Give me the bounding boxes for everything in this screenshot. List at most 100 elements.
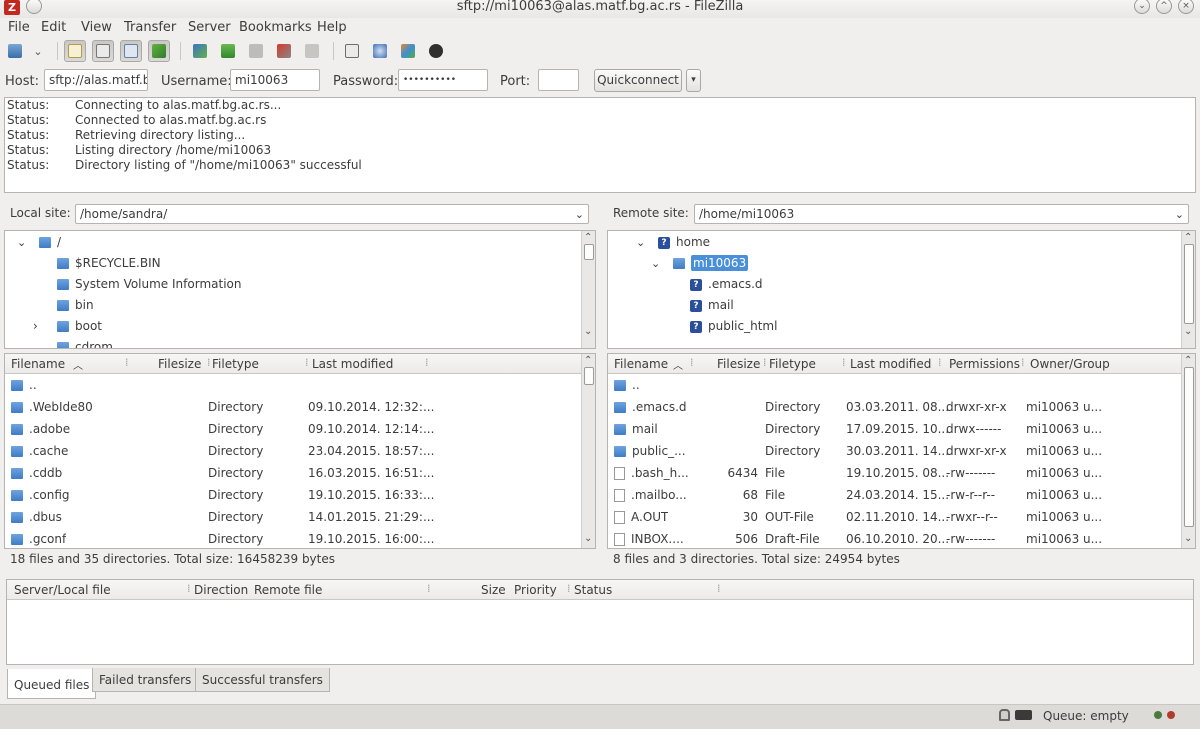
local-directory-tree[interactable]: ⌄ / $RECYCLE.BIN System Volume Informatio…: [4, 230, 596, 349]
menu-edit[interactable]: Edit: [41, 20, 66, 35]
menu-file[interactable]: File: [8, 20, 30, 35]
tree-item[interactable]: bin: [57, 295, 94, 315]
menu-bookmarks[interactable]: Bookmarks: [239, 20, 312, 35]
transfer-queue[interactable]: Server/Local file ⁞ Direction Remote fil…: [6, 579, 1194, 665]
chevron-down-icon[interactable]: ⌄: [575, 206, 584, 224]
reconnect-icon[interactable]: [301, 40, 323, 62]
file-row[interactable]: INBOX.... 506 Draft-File 06.10.2010. 20... -…: [608, 528, 1181, 548]
column-size[interactable]: Size: [481, 583, 506, 597]
quickconnect-button[interactable]: Quickconnect: [594, 69, 682, 92]
column-filesize[interactable]: Filesize: [158, 357, 201, 371]
cancel-operation-icon[interactable]: [245, 40, 267, 62]
message-log[interactable]: Status: Connecting to alas.matf.bg.ac.rs.…: [4, 97, 1196, 193]
menu-view[interactable]: View: [81, 20, 112, 35]
expand-arrow-icon[interactable]: ⌄: [636, 233, 658, 253]
file-row[interactable]: .bash_h... 6434 File 19.10.2015. 08... -rw--…: [608, 462, 1181, 484]
tree-item[interactable]: ? public_html: [690, 316, 777, 336]
column-priority[interactable]: Priority: [514, 583, 557, 597]
file-row[interactable]: .emacs.d Directory 03.03.2011. 08... drwxr-…: [608, 396, 1181, 418]
disconnect-icon[interactable]: [273, 40, 295, 62]
column-filetype[interactable]: Filetype: [769, 357, 816, 371]
tree-item[interactable]: ? mail: [690, 295, 734, 315]
site-manager-icon[interactable]: [4, 40, 26, 62]
tab-failed-transfers[interactable]: Failed transfers: [92, 668, 199, 692]
tree-item[interactable]: cdrom: [57, 337, 113, 348]
remote-file-list-scrollbar[interactable]: ⌃ ⌄: [1181, 354, 1195, 548]
tree-item-selected[interactable]: ⌄ mi10063: [651, 253, 749, 274]
search-remote-files-icon[interactable]: [425, 40, 447, 62]
expand-arrow-icon[interactable]: ⌄: [17, 233, 39, 253]
speed-limits-icon[interactable]: [1015, 710, 1032, 720]
remote-path-combobox[interactable]: /home/mi10063 ⌄: [694, 204, 1189, 224]
column-server-local-file[interactable]: Server/Local file: [14, 583, 111, 597]
scroll-up-icon[interactable]: ⌃: [584, 356, 592, 366]
file-row[interactable]: .mailbo... 68 File 24.03.2014. 15... -rw-r--…: [608, 484, 1181, 506]
column-direction[interactable]: Direction: [194, 583, 248, 597]
toggle-remote-tree-icon[interactable]: [120, 40, 142, 62]
tree-item-home[interactable]: ⌄? home: [636, 232, 710, 252]
scrollbar-thumb[interactable]: [584, 244, 594, 260]
host-input[interactable]: sftp://alas.matf.b: [44, 69, 148, 91]
file-row[interactable]: mail Directory 17.09.2015. 10... drwx------…: [608, 418, 1181, 440]
scroll-up-icon[interactable]: ⌃: [1184, 233, 1192, 243]
tree-item[interactable]: ? .emacs.d: [690, 274, 763, 294]
scroll-down-icon[interactable]: ⌄: [1184, 327, 1192, 337]
directory-listing-filters-icon[interactable]: [341, 40, 363, 62]
column-last-modified[interactable]: Last modified: [312, 357, 393, 371]
file-row[interactable]: .cddb Directory 16.03.2015. 16:51:...: [5, 462, 581, 484]
tree-item[interactable]: $RECYCLE.BIN: [57, 253, 161, 273]
local-path-combobox[interactable]: /home/sandra/ ⌄: [75, 204, 589, 224]
chevron-down-icon[interactable]: ⌄: [1175, 206, 1184, 224]
toggle-message-log-icon[interactable]: [64, 40, 86, 62]
scrollbar-thumb[interactable]: [1184, 367, 1194, 527]
menu-transfer[interactable]: Transfer: [124, 20, 176, 35]
tab-successful-transfers[interactable]: Successful transfers: [195, 668, 330, 692]
file-row[interactable]: .dbus Directory 14.01.2015. 21:29:...: [5, 506, 581, 528]
tree-item-root[interactable]: ⌄ /: [17, 232, 61, 252]
tree-item[interactable]: › boot: [33, 316, 102, 336]
toggle-local-tree-icon[interactable]: [92, 40, 114, 62]
directory-comparison-icon[interactable]: [369, 40, 391, 62]
scrollbar-thumb[interactable]: [1184, 244, 1194, 324]
scroll-down-icon[interactable]: ⌄: [584, 534, 592, 544]
column-status[interactable]: Status: [574, 583, 612, 597]
scroll-up-icon[interactable]: ⌃: [584, 233, 592, 243]
column-last-modified[interactable]: Last modified: [850, 357, 931, 371]
scroll-down-icon[interactable]: ⌄: [584, 327, 592, 337]
tree-item[interactable]: System Volume Information: [57, 274, 241, 294]
column-filename[interactable]: Filename: [614, 357, 668, 371]
username-input[interactable]: mi10063: [230, 69, 320, 91]
scroll-down-icon[interactable]: ⌄: [1184, 534, 1192, 544]
local-file-list-scrollbar[interactable]: ⌃ ⌄: [581, 354, 595, 548]
toggle-transfer-queue-icon[interactable]: [148, 40, 170, 62]
tab-queued-files[interactable]: Queued files: [7, 669, 97, 699]
file-row[interactable]: .WebIde80 Directory 09.10.2014. 12:32:...: [5, 396, 581, 418]
file-row[interactable]: ..: [5, 374, 581, 396]
column-permissions[interactable]: Permissions: [949, 357, 1020, 371]
process-queue-icon[interactable]: [217, 40, 239, 62]
file-row[interactable]: .adobe Directory 09.10.2014. 12:14:...: [5, 418, 581, 440]
synchronized-browsing-icon[interactable]: [397, 40, 419, 62]
file-row[interactable]: .cache Directory 23.04.2015. 18:57:...: [5, 440, 581, 462]
file-row[interactable]: ..: [608, 374, 1181, 396]
expand-arrow-icon[interactable]: ⌄: [651, 254, 673, 274]
remote-directory-tree[interactable]: ⌄? home ⌄ mi10063 ? .emacs.d ? mail ? public_…: [607, 230, 1196, 349]
expand-arrow-icon[interactable]: ›: [33, 316, 57, 336]
password-input[interactable]: ••••••••••: [398, 69, 488, 91]
remote-file-list[interactable]: Filename ︿ ⁞ Filesize ⁞ Filetype ⁞ Last …: [607, 353, 1196, 549]
file-row[interactable]: .config Directory 19.10.2015. 16:33:...: [5, 484, 581, 506]
column-filename[interactable]: Filename: [11, 357, 65, 371]
file-row[interactable]: .gconf Directory 19.10.2015. 16:00:...: [5, 528, 581, 548]
quickconnect-history-dropdown-icon[interactable]: ▾: [686, 69, 701, 92]
site-manager-dropdown-icon[interactable]: ⌄: [28, 40, 48, 62]
scroll-up-icon[interactable]: ⌃: [1184, 356, 1192, 366]
scrollbar-thumb[interactable]: [584, 367, 594, 385]
file-row[interactable]: A.OUT 30 OUT-File 02.11.2010. 14... -rwxr--r…: [608, 506, 1181, 528]
local-file-list[interactable]: Filename ︿ ⁞ Filesize ⁞ Filetype ⁞ Last …: [4, 353, 596, 549]
menu-help[interactable]: Help: [317, 20, 347, 35]
column-remote-file[interactable]: Remote file: [254, 583, 322, 597]
column-owner-group[interactable]: Owner/Group: [1030, 357, 1110, 371]
refresh-icon[interactable]: [189, 40, 211, 62]
local-tree-scrollbar[interactable]: ⌃ ⌄: [581, 231, 595, 348]
column-filesize[interactable]: Filesize: [717, 357, 760, 371]
